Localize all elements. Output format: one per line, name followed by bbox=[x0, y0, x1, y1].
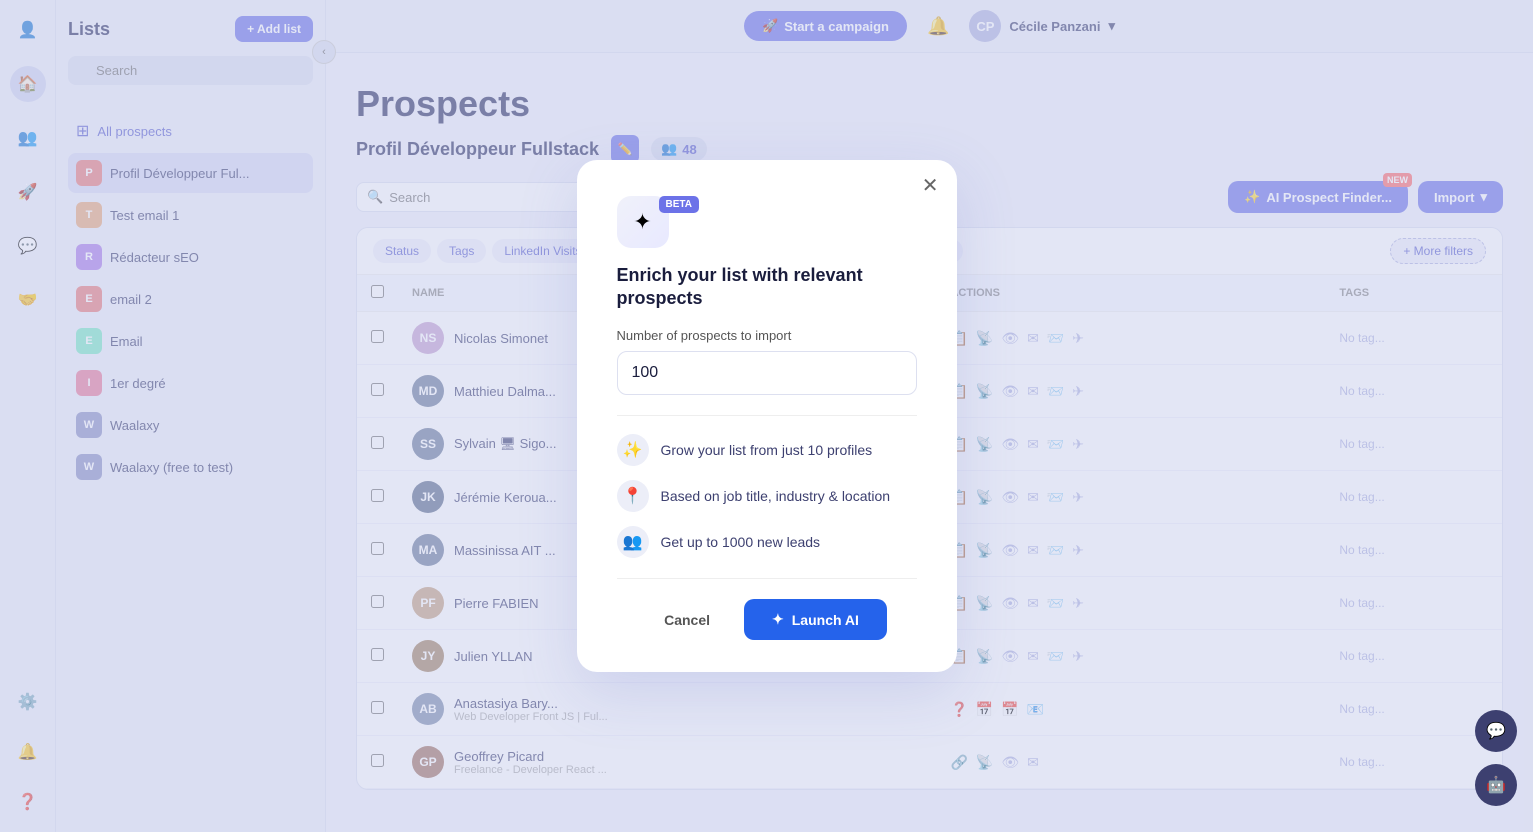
modal-actions: Cancel ✦ Launch AI bbox=[617, 599, 917, 640]
feature-item-2: 👥 Get up to 1000 new leads bbox=[617, 526, 917, 558]
feature-text-1: Based on job title, industry & location bbox=[661, 488, 891, 504]
prospects-count-input[interactable] bbox=[617, 351, 917, 395]
launch-label: Launch AI bbox=[792, 612, 859, 628]
feature-item-0: ✨ Grow your list from just 10 profiles bbox=[617, 434, 917, 466]
feature-text-0: Grow your list from just 10 profiles bbox=[661, 442, 873, 458]
chat-fab-2[interactable]: 🤖 bbox=[1475, 764, 1517, 806]
cancel-button[interactable]: Cancel bbox=[646, 602, 728, 638]
modal-divider-1 bbox=[617, 415, 917, 416]
modal-title: Enrich your list with relevant prospects bbox=[617, 264, 917, 311]
modal-overlay: ✕ ✦ BETA Enrich your list with relevant … bbox=[0, 0, 1533, 832]
feature-item-1: 📍 Based on job title, industry & locatio… bbox=[617, 480, 917, 512]
beta-badge: BETA bbox=[659, 196, 699, 213]
modal-divider-2 bbox=[617, 578, 917, 579]
feature-icon-0: ✨ bbox=[617, 434, 649, 466]
feature-text-2: Get up to 1000 new leads bbox=[661, 534, 821, 550]
feature-icon-2: 👥 bbox=[617, 526, 649, 558]
enrich-modal: ✕ ✦ BETA Enrich your list with relevant … bbox=[577, 160, 957, 673]
launch-ai-button[interactable]: ✦ Launch AI bbox=[744, 599, 887, 640]
chat-fab-1[interactable]: 💬 bbox=[1475, 710, 1517, 752]
feature-icon-1: 📍 bbox=[617, 480, 649, 512]
modal-close-button[interactable]: ✕ bbox=[922, 176, 939, 196]
launch-sparkle-icon: ✦ bbox=[772, 611, 784, 628]
feature-list: ✨ Grow your list from just 10 profiles 📍… bbox=[617, 434, 917, 558]
modal-input-label: Number of prospects to import bbox=[617, 328, 917, 343]
